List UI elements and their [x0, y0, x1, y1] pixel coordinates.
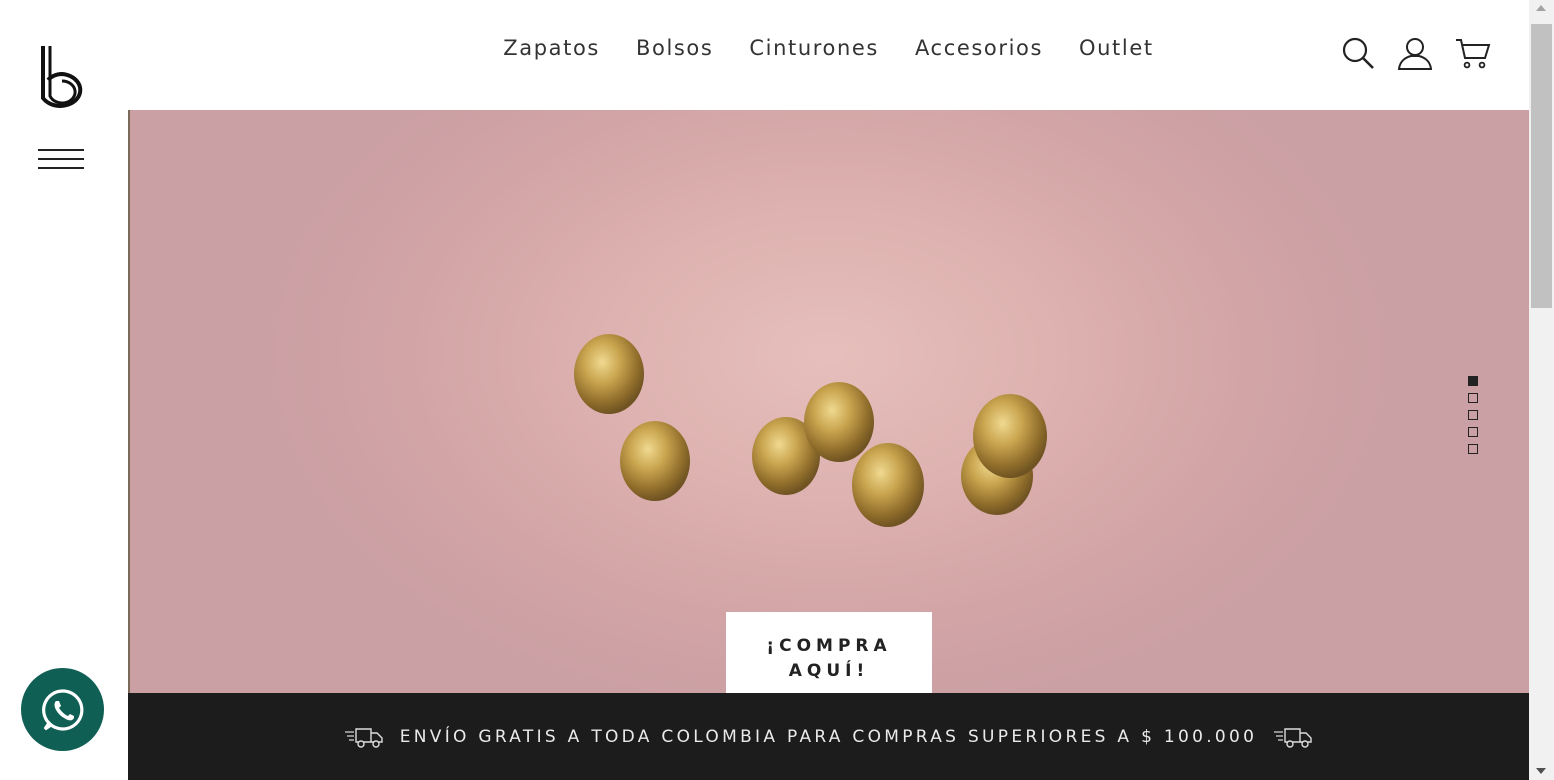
shop-now-label: ¡COMPRA AQUÍ! [766, 635, 892, 681]
slide-dot-4[interactable] [1468, 427, 1478, 437]
hero-edge-divider [128, 110, 130, 693]
slide-dot-5[interactable] [1468, 444, 1478, 454]
slide-dot-2[interactable] [1468, 393, 1478, 403]
slider-pagination [1468, 376, 1478, 461]
nav-item-accesorios[interactable]: Accesorios [915, 36, 1043, 60]
whatsapp-icon [41, 688, 83, 731]
free-shipping-bar: ENVÍO GRATIS A TODA COLOMBIA PARA COMPRA… [128, 693, 1529, 780]
slide-dot-3[interactable] [1468, 410, 1478, 420]
scrollbar-thumb[interactable] [1531, 24, 1552, 308]
golden-eggs-image [574, 334, 1047, 527]
delivery-truck-icon [344, 727, 383, 748]
whatsapp-button[interactable] [21, 668, 104, 751]
search-icon[interactable] [1341, 36, 1375, 70]
brand-logo-icon[interactable] [40, 44, 86, 114]
hamburger-menu-icon[interactable] [38, 149, 84, 171]
free-shipping-text: ENVÍO GRATIS A TODA COLOMBIA PARA COMPRA… [399, 726, 1258, 747]
user-icon[interactable] [1397, 36, 1433, 70]
delivery-truck-icon [1274, 727, 1312, 748]
shop-now-button[interactable]: ¡COMPRA AQUÍ! [726, 612, 932, 693]
slide-dot-1[interactable] [1468, 376, 1478, 386]
header-actions [1341, 36, 1491, 70]
scroll-up-arrow-icon[interactable] [1536, 5, 1546, 11]
scroll-down-arrow-icon[interactable] [1536, 768, 1546, 774]
nav-item-bolsos[interactable]: Bolsos [636, 36, 713, 60]
left-sidebar [0, 0, 128, 780]
cart-icon[interactable] [1455, 36, 1491, 70]
vertical-scrollbar[interactable] [1529, 0, 1554, 780]
top-header: Zapatos Bolsos Cinturones Accesorios Out… [128, 0, 1529, 110]
main-nav: Zapatos Bolsos Cinturones Accesorios Out… [128, 36, 1529, 60]
nav-item-outlet[interactable]: Outlet [1079, 36, 1154, 60]
nav-item-zapatos[interactable]: Zapatos [503, 36, 600, 60]
nav-item-cinturones[interactable]: Cinturones [749, 36, 879, 60]
hero-banner: ¡COMPRA AQUÍ! [128, 110, 1529, 693]
